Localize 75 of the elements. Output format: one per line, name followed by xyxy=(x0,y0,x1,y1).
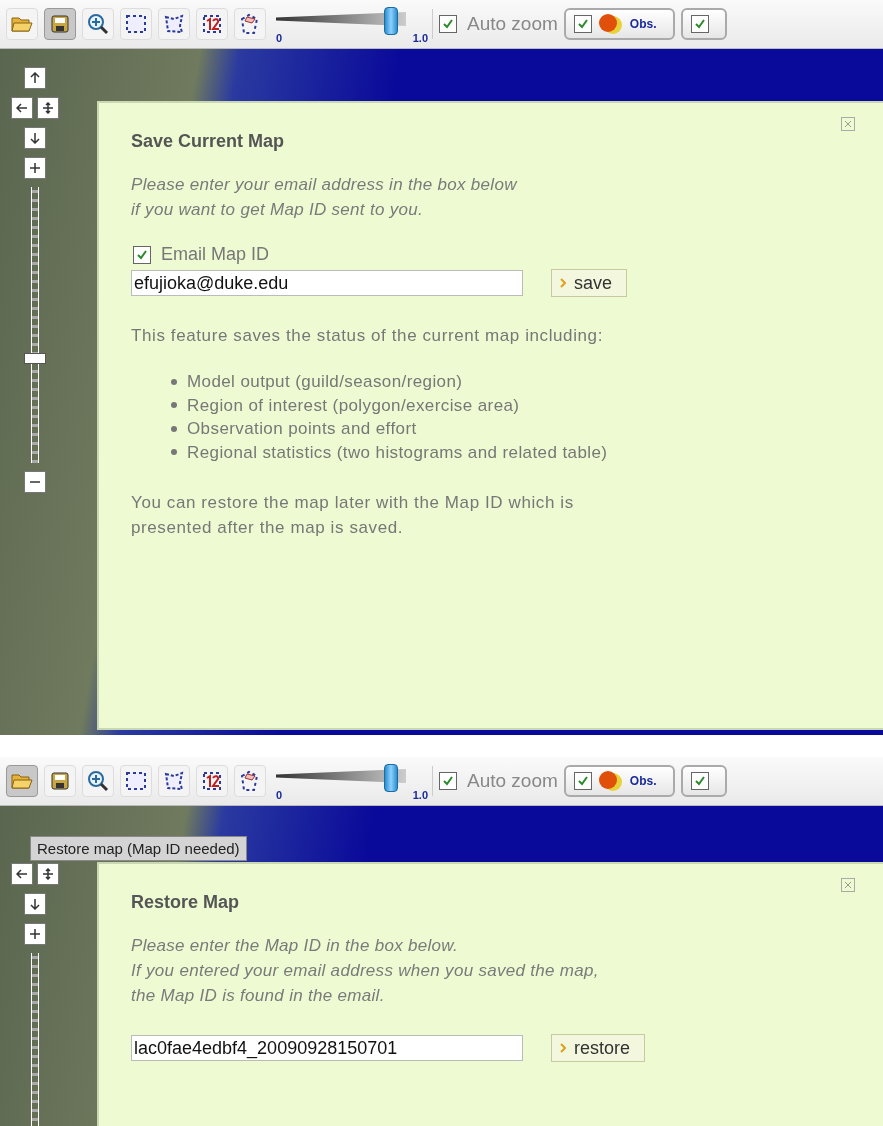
auto-zoom-checkbox[interactable] xyxy=(439,772,457,790)
folder-icon xyxy=(11,15,33,33)
auto-zoom-checkbox[interactable] xyxy=(439,15,457,33)
check-mark-icon xyxy=(576,18,589,30)
layer-label: Obs. xyxy=(629,17,657,31)
check-mark-icon xyxy=(442,18,454,30)
zoom-out-icon[interactable] xyxy=(24,471,46,493)
region-select-icon xyxy=(239,13,261,35)
tooltip: Restore map (Map ID needed) xyxy=(30,836,247,861)
list-item: Model output (guild/season/region) xyxy=(187,371,463,393)
layer-checkbox[interactable] xyxy=(573,15,592,33)
layer-toggle-button[interactable]: Obs. xyxy=(563,8,675,40)
numbered-region-icon xyxy=(201,770,223,792)
region-select-icon xyxy=(239,770,261,792)
pan-left-icon[interactable] xyxy=(11,863,33,885)
input-field[interactable]: lac0fae4edbf4_20090928150701 xyxy=(131,1035,523,1061)
layer-checkbox[interactable] xyxy=(690,15,709,33)
rectangle-select-icon xyxy=(125,771,147,791)
chevron-icon xyxy=(560,1043,566,1053)
dialog-title: Save Current Map xyxy=(131,131,286,152)
zoom-in-icon[interactable] xyxy=(24,157,46,179)
layer-label: Obs. xyxy=(629,774,657,788)
zoom-in-icon xyxy=(87,13,109,35)
checkbox-label: Email Map ID xyxy=(161,244,270,265)
rectangle-select-icon xyxy=(125,14,147,34)
numbered-region-icon xyxy=(201,13,223,35)
close-icon[interactable] xyxy=(841,878,855,892)
action-button[interactable]: restore xyxy=(551,1034,646,1062)
layer-checkbox[interactable] xyxy=(573,772,592,790)
bullet-icon xyxy=(171,402,177,409)
dialog-instructions: Please enter your email address in the box below if you want to get Map ID sent to you. xyxy=(131,174,519,221)
footer-text: You can restore the map later with the Map ID which is presented after the map is saved. xyxy=(131,492,575,539)
layer-toggle-button[interactable] xyxy=(680,8,727,40)
slider-min-label: 0 xyxy=(276,789,283,801)
ball-icon xyxy=(597,13,624,35)
slider-max-label: 1.0 xyxy=(412,789,428,801)
bullet-icon xyxy=(171,425,177,432)
chevron-icon xyxy=(560,278,566,288)
check-mark-icon xyxy=(576,775,589,787)
dialog-title: Restore Map xyxy=(131,892,241,913)
toolbar-button[interactable] xyxy=(44,8,76,40)
bullet-icon xyxy=(171,449,177,456)
pan-left-icon[interactable] xyxy=(11,97,33,119)
list-item: Regional statistics (two histograms and related table) xyxy=(187,441,608,464)
folder-icon xyxy=(11,772,33,790)
close-icon[interactable] xyxy=(841,117,855,131)
bullet-icon xyxy=(171,378,177,385)
zoom-in-icon[interactable] xyxy=(24,923,46,945)
input-field[interactable]: efujioka@duke.edu xyxy=(131,270,523,296)
action-button[interactable]: save xyxy=(551,269,628,297)
auto-zoom-label: Auto zoom xyxy=(467,770,558,792)
check-mark-icon xyxy=(442,775,454,787)
zoom-in-icon xyxy=(87,770,109,792)
polygon-select-icon xyxy=(163,771,185,791)
list-item: Region of interest (polygon/exercise area) xyxy=(187,394,520,417)
pan-down-icon[interactable] xyxy=(24,893,46,915)
dialog-instructions: Please enter the Map ID in the box below. If you entered your email address when you saved the map, the Map ID is found in the email. xyxy=(131,935,600,1007)
center-icon[interactable] xyxy=(37,863,59,885)
auto-zoom-label: Auto zoom xyxy=(467,13,558,35)
layer-toggle-button[interactable]: Obs. xyxy=(563,765,675,797)
check-mark-icon xyxy=(693,775,706,787)
slider-min-label: 0 xyxy=(276,32,283,44)
layer-checkbox[interactable] xyxy=(690,772,709,790)
list-item: Observation points and effort xyxy=(187,418,417,440)
check-mark-icon xyxy=(136,248,148,261)
pan-down-icon[interactable] xyxy=(24,127,46,149)
polygon-select-icon xyxy=(163,14,185,34)
ball-icon xyxy=(597,770,624,792)
center-icon[interactable] xyxy=(37,97,59,119)
email-checkbox[interactable] xyxy=(133,245,151,264)
slider-max-label: 1.0 xyxy=(412,32,428,44)
layer-toggle-button[interactable] xyxy=(680,765,727,797)
check-mark-icon xyxy=(693,18,706,30)
pan-up-icon[interactable] xyxy=(24,67,46,89)
description-text: This feature saves the status of the current map including: xyxy=(131,325,604,347)
